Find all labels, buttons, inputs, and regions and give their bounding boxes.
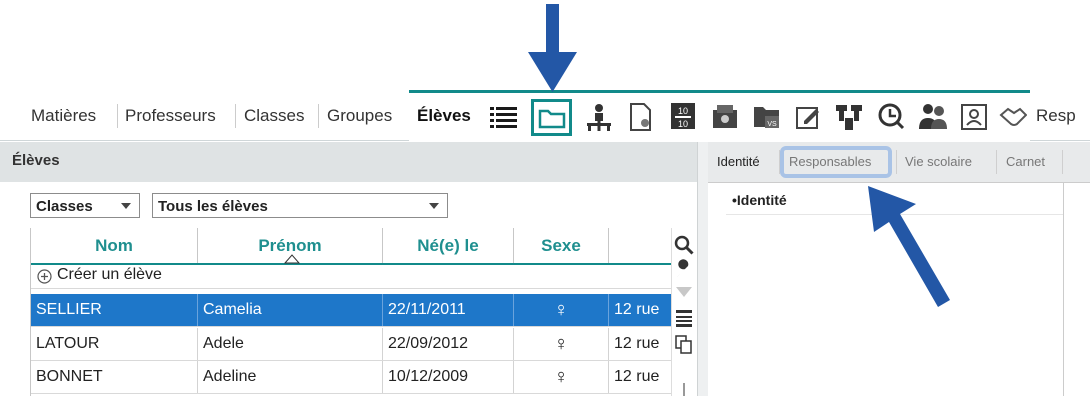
folder-vs-icon[interactable]: VS: [751, 100, 783, 132]
create-student-label: Créer un élève: [57, 266, 162, 283]
cell-prenom: Adele: [198, 328, 383, 360]
filter-type-select[interactable]: Classes: [30, 193, 140, 218]
tab-identite[interactable]: Identité: [717, 154, 760, 169]
menu-matieres[interactable]: Matières: [31, 104, 96, 128]
chevron-down-icon: [429, 203, 439, 209]
menu-separator: [117, 104, 118, 128]
sort-up-icon: [284, 254, 300, 264]
chevron-down-icon: [121, 203, 131, 209]
menu-eleves[interactable]: Élèves: [417, 104, 471, 128]
cell-sexe: ♀: [514, 361, 609, 393]
tab-vie-scolaire[interactable]: Vie scolaire: [905, 154, 972, 169]
cell-prenom: Camelia: [198, 294, 383, 326]
cell-naissance: 22/11/2011: [383, 294, 514, 326]
responsables-highlight: [780, 146, 892, 178]
cell-nom: SELLIER: [31, 294, 198, 326]
scrollbar-track[interactable]: [683, 383, 686, 396]
panel-title: Élèves: [12, 152, 60, 169]
menu-groupes[interactable]: Groupes: [327, 104, 392, 128]
search-icon[interactable]: [674, 235, 694, 255]
cell-sexe: ♀: [514, 328, 609, 360]
cell-naissance: 10/12/2009: [383, 361, 514, 393]
right-panel-divider: [1063, 183, 1064, 396]
menu-separator: [318, 104, 319, 128]
filter-type-value: Classes: [36, 198, 93, 215]
svg-text:10: 10: [678, 119, 688, 129]
menu-classes[interactable]: Classes: [244, 104, 304, 128]
folder-icon[interactable]: [531, 99, 572, 136]
grid-header: Nom Prénom Né(e) le Sexe: [31, 228, 672, 265]
filter-value-select[interactable]: Tous les élèves: [152, 193, 448, 218]
column-nom[interactable]: Nom: [31, 228, 198, 263]
tab-separator: [1062, 150, 1063, 174]
filter-disabled-icon: [676, 287, 692, 297]
group-icon[interactable]: [917, 100, 949, 132]
portrait-icon[interactable]: [959, 102, 989, 132]
table-row[interactable]: BONNET Adeline 10/12/2009 ♀ 12 rue: [31, 361, 672, 394]
arrow-up-left-icon: [868, 186, 950, 307]
cell-adresse: 12 rue: [614, 301, 660, 318]
clock-icon[interactable]: [875, 100, 907, 132]
grades-icon[interactable]: 10 10: [667, 100, 699, 132]
menu-professeurs[interactable]: Professeurs: [125, 104, 216, 128]
people-tree-icon[interactable]: [584, 102, 614, 132]
plus-circle-icon: [37, 269, 52, 284]
podium-icon[interactable]: [833, 100, 865, 132]
filter-value: Tous les élèves: [158, 198, 268, 215]
table-row[interactable]: LATOUR Adele 22/09/2012 ♀ 12 rue: [31, 328, 672, 361]
cell-sexe: ♀: [514, 294, 609, 326]
section-title: •Identité: [732, 192, 787, 208]
cell-adresse: 12 rue: [614, 335, 660, 352]
svg-text:VS: VS: [767, 121, 777, 128]
cell-adresse: 12 rue: [614, 368, 660, 385]
create-student-row[interactable]: Créer un élève: [31, 264, 672, 289]
column-settings-icon[interactable]: [675, 309, 693, 327]
document-icon[interactable]: [626, 102, 656, 132]
eleves-panel-header: [0, 142, 697, 182]
arrow-down-icon: [528, 4, 577, 92]
tab-carnet[interactable]: Carnet: [1006, 154, 1045, 169]
menu-responsables[interactable]: Resp: [1036, 104, 1076, 128]
wrench-icon[interactable]: [674, 259, 694, 279]
tab-separator: [996, 150, 997, 174]
handshake-icon[interactable]: [998, 102, 1028, 132]
students-grid: Nom Prénom Né(e) le Sexe Créer un élève …: [30, 228, 672, 396]
menu-separator: [235, 104, 236, 128]
table-row[interactable]: SELLIER Camelia 22/11/2011 ♀ 12 rue: [31, 294, 672, 327]
cell-naissance: 22/09/2012: [383, 328, 514, 360]
badge-icon[interactable]: [709, 100, 741, 132]
copy-icon[interactable]: [675, 335, 693, 355]
edit-note-icon[interactable]: [793, 102, 823, 132]
column-sexe[interactable]: Sexe: [514, 228, 609, 263]
section-title-text: Identité: [736, 192, 787, 208]
column-adresse[interactable]: [609, 228, 672, 263]
column-naissance[interactable]: Né(e) le: [383, 228, 514, 263]
svg-text:10: 10: [678, 106, 688, 116]
list-icon[interactable]: [489, 104, 519, 130]
cell-nom: LATOUR: [31, 328, 198, 360]
cell-prenom: Adeline: [198, 361, 383, 393]
tab-separator: [896, 150, 897, 174]
cell-nom: BONNET: [31, 361, 198, 393]
